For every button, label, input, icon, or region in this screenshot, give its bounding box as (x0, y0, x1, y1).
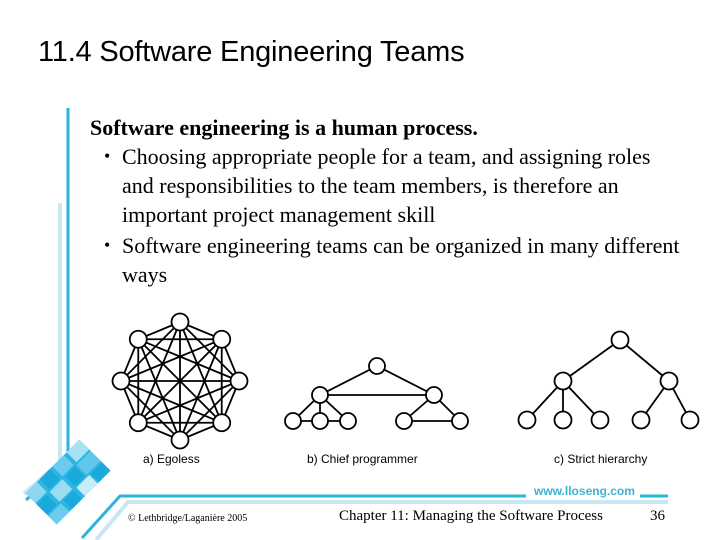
strict-hierarchy-diagram (517, 330, 700, 430)
team-member-node (395, 412, 413, 430)
lead-node (425, 386, 443, 404)
team-member-node (590, 410, 610, 430)
team-member-node (128, 413, 148, 433)
website-url: www.lloseng.com (530, 484, 639, 498)
team-member-node (170, 430, 190, 450)
page-number: 36 (650, 508, 665, 524)
team-member-node (339, 412, 357, 430)
team-member-node (284, 412, 302, 430)
lead-node (659, 371, 679, 391)
team-member-node (517, 410, 537, 430)
team-member-node (451, 412, 469, 430)
egoless-diagram (111, 312, 249, 450)
team-member-node (680, 410, 700, 430)
caption-chief-programmer: b) Chief programmer (307, 452, 418, 466)
reporting-edge (319, 365, 378, 396)
chief-programmer-node (368, 357, 386, 375)
team-member-node (212, 413, 232, 433)
footer-chapter: Chapter 11: Managing the Software Proces… (339, 508, 603, 524)
reporting-edge (562, 339, 621, 382)
caption-egoless: a) Egoless (143, 452, 200, 466)
team-member-node (631, 410, 651, 430)
team-member-node (212, 329, 232, 349)
team-member-node (553, 410, 573, 430)
reporting-edge (619, 339, 670, 382)
manager-node (610, 330, 630, 350)
reporting-edge (376, 365, 435, 396)
team-member-node (311, 412, 329, 430)
team-member-node (170, 312, 190, 332)
team-member-node (128, 329, 148, 349)
team-member-node (111, 371, 131, 391)
caption-strict-hierarchy: c) Strict hierarchy (554, 452, 648, 466)
footer-copyright: © Lethbridge/Laganière 2005 (128, 513, 248, 524)
chief-programmer-diagram (284, 357, 469, 430)
lead-node (311, 386, 329, 404)
team-member-node (229, 371, 249, 391)
lead-node (553, 371, 573, 391)
